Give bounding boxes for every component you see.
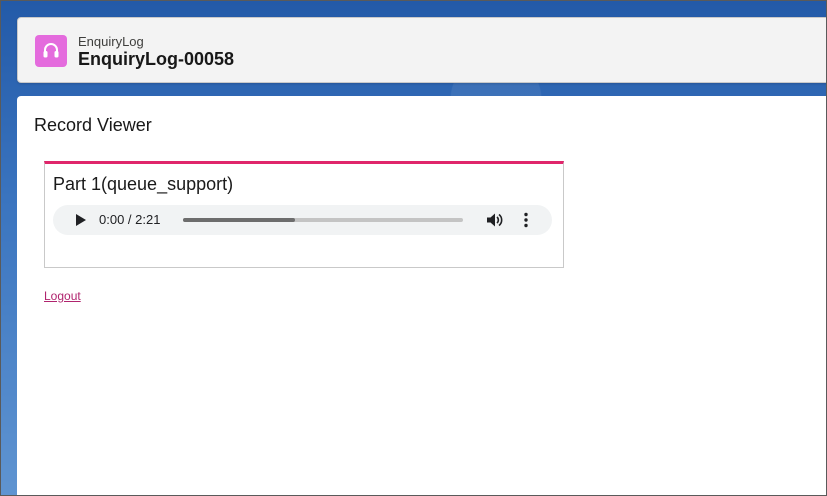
object-type-label: EnquiryLog	[78, 34, 144, 49]
record-header: EnquiryLog EnquiryLog-00058	[17, 17, 826, 83]
play-icon[interactable]	[73, 213, 87, 227]
audio-player: 0:00 / 2:21	[53, 205, 552, 235]
audio-progress-fill	[183, 218, 295, 222]
audio-progress-slider[interactable]	[183, 218, 463, 222]
app-frame: EnquiryLog EnquiryLog-00058 Record Viewe…	[0, 0, 827, 496]
logout-link[interactable]: Logout	[44, 289, 81, 303]
part-title: Part 1(queue_support)	[53, 174, 234, 194]
more-options-icon[interactable]	[523, 212, 529, 228]
headset-icon	[35, 35, 67, 67]
page-title: Record Viewer	[34, 115, 152, 135]
volume-icon[interactable]	[486, 212, 503, 228]
record-name: EnquiryLog-00058	[78, 49, 235, 69]
audio-time-display: 0:00 / 2:21	[99, 212, 161, 227]
recording-part-panel: Part 1(queue_support) 0:00 / 2:21	[44, 161, 564, 268]
record-viewer-card: Record Viewer Part 1(queue_support) 0:00…	[17, 96, 826, 495]
